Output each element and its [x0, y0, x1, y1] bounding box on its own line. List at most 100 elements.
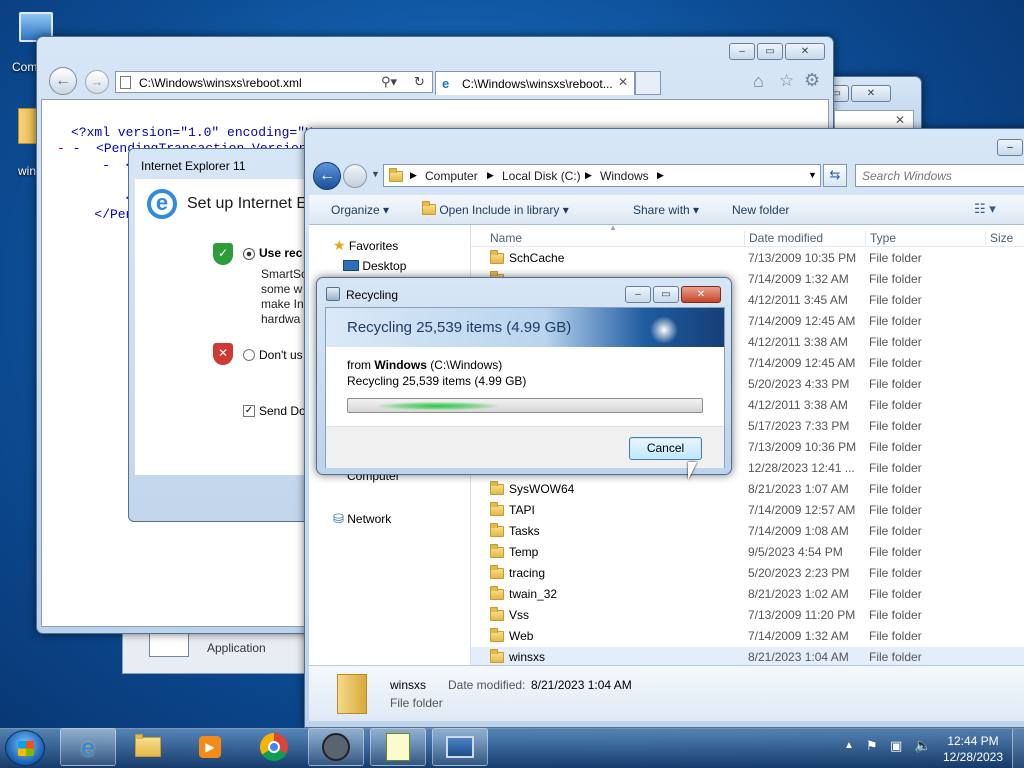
folder-icon [490, 586, 504, 600]
use-recommended-label: Use rec [259, 246, 303, 260]
radio-dont-use[interactable] [243, 349, 255, 361]
table-row[interactable]: SchCache 7/13/2009 10:35 PM File folder [471, 248, 1024, 269]
table-row[interactable]: Vss 7/13/2009 11:20 PM File folder [471, 605, 1024, 626]
tab-label: C:\Windows\winsxs\reboot... [462, 77, 613, 91]
clock[interactable]: 12:44 PM 12/28/2023 [940, 733, 1006, 765]
breadcrumb-item[interactable]: Windows [600, 169, 649, 183]
start-button[interactable] [5, 730, 45, 766]
recycling-dialog[interactable]: Recycling ‒ ▭ ✕ Recycling 25,539 items (… [316, 277, 732, 475]
minimize-icon[interactable]: ‒ [729, 43, 755, 60]
details-folder-icon [337, 674, 367, 714]
minimize-icon[interactable]: ‒ [625, 286, 651, 303]
file-type: File folder [869, 356, 922, 370]
folder-icon [490, 607, 504, 621]
taskbar-app-5[interactable] [308, 728, 364, 766]
minimize-icon[interactable]: ‒ [997, 139, 1023, 156]
favorites-item[interactable]: ★ Favorites [333, 237, 398, 254]
taskbar-ie[interactable]: e [60, 728, 116, 766]
restore-icon[interactable]: ▭ [757, 43, 783, 60]
from-line: from Windows (C:\Windows) [347, 358, 502, 372]
tab-active[interactable]: e C:\Windows\winsxs\reboot... ✕ [435, 71, 635, 95]
desktop-item[interactable]: Desktop [343, 259, 406, 273]
cancel-button[interactable]: Cancel [629, 437, 702, 460]
network-item[interactable]: ⛁ Network [333, 511, 391, 527]
organize-button[interactable]: Organize ▾ [331, 203, 389, 217]
close-icon[interactable]: ✕ [851, 85, 891, 102]
table-row[interactable]: SysWOW64 8/21/2023 1:07 AM File folder [471, 479, 1024, 500]
column-type[interactable]: Type [865, 231, 896, 245]
table-row[interactable]: twain_32 8/21/2023 1:02 AM File folder [471, 584, 1024, 605]
close-tab-icon[interactable]: ✕ [618, 75, 628, 89]
close-icon[interactable]: ✕ [785, 43, 825, 60]
table-row[interactable]: Web 7/14/2009 1:32 AM File folder [471, 626, 1024, 647]
breadcrumb-separator: ▶ [410, 170, 417, 180]
column-name[interactable]: Name [490, 231, 522, 245]
clock-time: 12:44 PM [947, 734, 999, 748]
volume-icon[interactable]: 🔈 [914, 737, 931, 754]
include-library-button[interactable]: Include in library ▾ [472, 203, 569, 217]
search-input[interactable]: Search Windows [855, 164, 1024, 187]
table-row[interactable]: TAPI 7/14/2009 12:57 AM File folder [471, 500, 1024, 521]
ie-setup-dialog[interactable]: Internet Explorer 11 e Set up Internet E… [128, 148, 311, 522]
view-options-icon[interactable]: ☷ ▾ [974, 201, 996, 217]
favorites-star-icon[interactable]: ☆ [779, 71, 794, 91]
taskbar-app-6[interactable] [370, 728, 426, 766]
forward-button[interactable]: → [85, 70, 109, 94]
send-label: Send Do [259, 404, 306, 418]
show-desktop-button[interactable] [1012, 729, 1024, 768]
address-text: C:\Windows\winsxs\reboot.xml [139, 76, 302, 90]
close-icon[interactable]: ✕ [681, 286, 721, 303]
collapse-toggle[interactable]: - [57, 141, 65, 156]
home-icon[interactable]: ⌂ [753, 71, 764, 92]
setup-heading: Set up Internet E [187, 195, 308, 212]
organize-label: Organize [331, 203, 380, 217]
address-dropdown-icon[interactable]: ▼ [808, 170, 817, 180]
column-size[interactable]: Size [985, 231, 1013, 245]
dont-use-label: Don't us [259, 348, 303, 362]
address-bar[interactable]: C:\Windows\winsxs\reboot.xml ⚲▾ ↻ [115, 71, 433, 93]
network-tray-icon[interactable]: ▣ [890, 738, 902, 754]
forward-button[interactable] [343, 164, 367, 188]
file-type: File folder [869, 608, 922, 622]
new-folder-button[interactable]: New folder [732, 203, 789, 217]
details-type: File folder [390, 696, 443, 710]
taskbar-explorer[interactable] [120, 728, 176, 766]
refresh-button[interactable]: ⇆ [823, 164, 847, 187]
page-icon [120, 76, 131, 89]
taskbar-media-player[interactable]: ▶ [182, 728, 238, 766]
breadcrumb-item[interactable]: Local Disk (C:) [502, 169, 581, 183]
breadcrumb-item[interactable]: Computer [425, 169, 478, 183]
close-icon[interactable]: ✕ [895, 113, 905, 127]
taskbar-app-7[interactable] [432, 728, 488, 766]
show-hidden-icons-button[interactable]: ▲ [844, 740, 854, 751]
desktop-label: Desktop [362, 259, 407, 273]
gear-icon[interactable]: ⚙ [804, 70, 820, 91]
table-row[interactable]: Temp 9/5/2023 4:54 PM File folder [471, 542, 1024, 563]
taskbar-chrome[interactable] [246, 728, 302, 766]
table-row[interactable]: Tasks 7/14/2009 1:08 AM File folder [471, 521, 1024, 542]
search-icon[interactable]: ⚲▾ [381, 74, 397, 90]
table-row[interactable]: tracing 5/20/2023 2:23 PM File folder [471, 563, 1024, 584]
new-tab-button[interactable] [635, 71, 661, 95]
back-button[interactable]: ← [49, 67, 77, 95]
file-date: 5/20/2023 2:23 PM [748, 566, 850, 580]
file-type: File folder [869, 650, 922, 664]
radio-use-recommended[interactable] [243, 248, 255, 260]
send-checkbox[interactable]: ✓ [243, 405, 255, 417]
explorer-secondary-titlebar [605, 119, 723, 133]
action-center-icon[interactable]: ⚑ [866, 738, 878, 754]
breadcrumb[interactable]: ▶ Computer ▶ Local Disk (C:) ▶ Windows ▶… [383, 164, 821, 187]
ie-logo-icon: e [147, 189, 177, 219]
remote-desktop-icon [446, 736, 474, 758]
refresh-icon[interactable]: ↻ [414, 74, 425, 90]
recent-pages-dropdown-icon[interactable]: ▼ [371, 169, 380, 179]
column-date[interactable]: Date modified [744, 231, 823, 245]
restore-icon[interactable]: ▭ [653, 286, 679, 303]
file-date: 7/14/2009 1:08 AM [748, 524, 849, 538]
share-with-button[interactable]: Share with ▾ [633, 203, 699, 217]
file-type: File folder [869, 461, 922, 475]
open-button[interactable]: Open [422, 201, 469, 217]
back-button[interactable]: ← [313, 162, 341, 190]
file-type: File folder [869, 335, 922, 349]
file-name: SysWOW64 [509, 482, 575, 496]
